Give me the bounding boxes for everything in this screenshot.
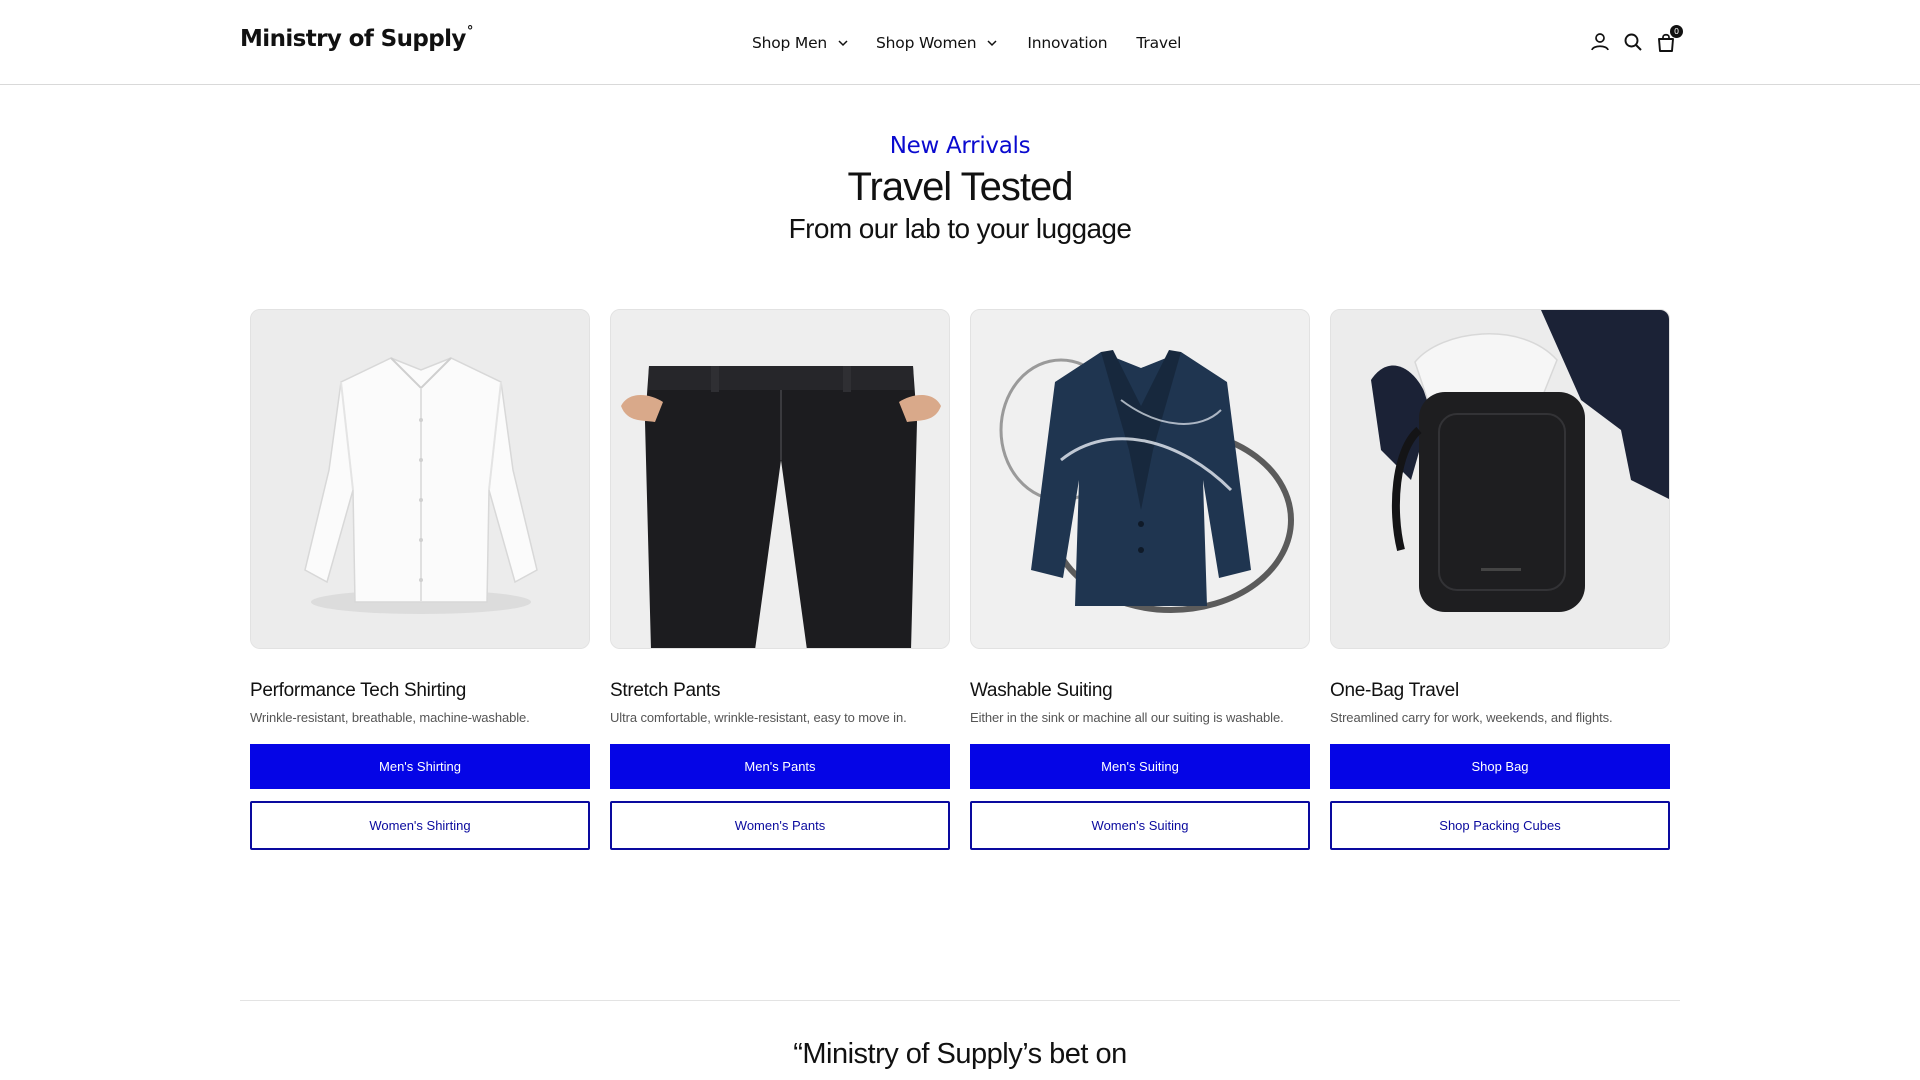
card-description: Ultra comfortable, wrinkle-resistant, ea…: [610, 710, 907, 725]
product-image-blazer[interactable]: [970, 309, 1310, 649]
brand-logo-text: Ministry of Supply: [240, 26, 466, 52]
nav-shop-men[interactable]: Shop Men: [752, 34, 849, 52]
testimonial-quote: “Ministry of Supply’s bet on: [793, 1038, 1127, 1070]
product-card-bag: One-Bag Travel Streamlined carry for wor…: [1330, 309, 1670, 850]
card-description: Wrinkle-resistant, breathable, machine-w…: [250, 710, 530, 725]
womens-shirting-button[interactable]: Women's Shirting: [250, 801, 590, 850]
product-image-pants[interactable]: [610, 309, 950, 649]
shop-bag-button[interactable]: Shop Bag: [1330, 744, 1670, 789]
card-title: Washable Suiting: [970, 680, 1113, 701]
nav-travel[interactable]: Travel: [1136, 34, 1181, 52]
card-description: Streamlined carry for work, weekends, an…: [1330, 710, 1613, 725]
womens-suiting-button[interactable]: Women's Suiting: [970, 801, 1310, 850]
card-description: Either in the sink or machine all our su…: [970, 710, 1284, 725]
card-title: One-Bag Travel: [1330, 680, 1459, 701]
product-card-shirting: Performance Tech Shirting Wrinkle-resist…: [250, 309, 590, 850]
womens-pants-button[interactable]: Women's Pants: [610, 801, 950, 850]
card-title: Performance Tech Shirting: [250, 680, 467, 701]
nav-travel-label: Travel: [1136, 34, 1182, 52]
nav-innovation[interactable]: Innovation: [1027, 34, 1107, 52]
site-header: Ministry of Supply° Shop Men Shop Women …: [0, 0, 1920, 85]
section-eyebrow: New Arrivals: [889, 133, 1031, 159]
cart-icon[interactable]: 0: [1655, 25, 1683, 53]
product-card-pants: Stretch Pants Ultra comfortable, wrinkle…: [610, 309, 950, 850]
mens-shirting-button[interactable]: Men's Shirting: [250, 744, 590, 789]
card-title: Stretch Pants: [610, 680, 721, 701]
search-icon[interactable]: [1622, 31, 1644, 53]
account-icon[interactable]: [1589, 31, 1611, 53]
product-image-backpack[interactable]: [1330, 309, 1670, 649]
section-subtitle: From our lab to your luggage: [788, 213, 1132, 244]
brand-logo-mark: °: [466, 24, 473, 40]
section-title: Travel Tested: [847, 165, 1074, 209]
nav-shop-women-label: Shop Women: [876, 34, 977, 52]
brand-logo[interactable]: Ministry of Supply°: [240, 24, 473, 52]
nav-innovation-label: Innovation: [1027, 34, 1108, 52]
nav-shop-men-label: Shop Men: [752, 34, 828, 52]
cart-count-badge: 0: [1670, 25, 1683, 38]
header-icons: 0: [1589, 25, 1683, 54]
product-image-shirt[interactable]: [250, 309, 590, 649]
product-card-suiting: Washable Suiting Either in the sink or m…: [970, 309, 1310, 850]
main-nav: Shop Men Shop Women Innovation Travel: [752, 32, 1181, 54]
shop-packing-cubes-button[interactable]: Shop Packing Cubes: [1330, 801, 1670, 850]
chevron-down-icon: [838, 40, 848, 47]
section-divider: [240, 1000, 1680, 1001]
nav-shop-women[interactable]: Shop Women: [876, 34, 998, 52]
mens-pants-button[interactable]: Men's Pants: [610, 744, 950, 789]
chevron-down-icon: [987, 40, 997, 47]
mens-suiting-button[interactable]: Men's Suiting: [970, 744, 1310, 789]
